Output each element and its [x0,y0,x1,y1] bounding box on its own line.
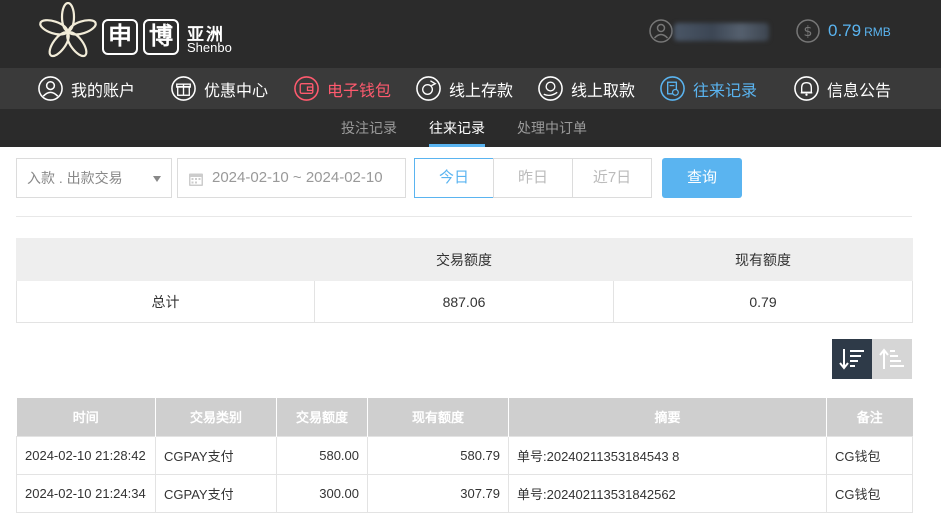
bell-icon [794,76,819,101]
cell-amount: 300.00 [276,473,368,513]
withdraw-icon [538,76,563,101]
nav-label: 优惠中心 [204,82,269,100]
total-transaction-amount: 887.06 [314,280,614,323]
nav-e-wallet[interactable]: 电子钱包 [293,68,391,109]
gift-icon [171,76,196,101]
column-header-category[interactable]: 交易类别 [155,398,277,436]
cell-time: 2024-02-10 21:24:34 [16,473,156,513]
nav-label: 线上存款 [449,82,514,100]
total-label: 总计 [16,280,315,323]
summary-header-cell: 现有额度 [613,238,913,281]
column-header-time[interactable]: 时间 [16,398,156,436]
top-header: 申 博 亚洲 Shenbo $ 0.79 RMB [0,0,941,68]
sort-descending-button[interactable] [832,339,872,379]
query-button[interactable]: 查询 [662,158,742,198]
yesterday-button[interactable]: 昨日 [493,158,573,198]
nav-label: 线上取款 [571,82,636,100]
nav-online-deposit[interactable]: 线上存款 [415,68,513,109]
cell-category: CGPAY支付 [155,435,277,475]
sub-nav: 投注记录 往来记录 处理中订单 [0,109,941,147]
total-current-amount: 0.79 [613,280,913,323]
cell-note: CG钱包 [826,435,913,475]
dollar-coin-icon: $ [796,19,820,43]
summary-table: 交易额度 现有额度 总计 887.06 0.79 [16,238,913,323]
records-icon [660,76,685,101]
table-row: 2024-02-10 21:24:34 CGPAY支付 300.00 307.7… [16,473,913,513]
account-balance: 0.79 RMB [828,21,891,41]
transaction-type-select[interactable]: 入款 . 出款交易 [16,158,172,198]
svg-text:$: $ [804,24,813,40]
date-range-input[interactable]: 2024-02-10 ~ 2024-02-10 [177,158,406,198]
column-header-balance[interactable]: 现有额度 [367,398,509,436]
cell-summary: 单号:20240211353184543 8 [508,435,827,475]
brand-name-en: Shenbo [187,40,232,55]
tab-pending-orders[interactable]: 处理中订单 [517,109,587,147]
records-header-row: 时间 交易类别 交易额度 现有额度 摘要 备注 [16,398,913,436]
brand-char-2: 博 [143,19,179,55]
nav-announcements[interactable]: 信息公告 [793,68,891,109]
sort-ascending-icon [879,348,904,369]
balance-currency: RMB [864,25,891,39]
nav-label: 电子钱包 [327,82,392,100]
calendar-icon [189,173,203,186]
summary-header-row: 交易额度 现有额度 [16,238,913,281]
cell-balance: 580.79 [367,435,509,475]
cell-time: 2024-02-10 21:28:42 [16,435,156,475]
nav-label: 信息公告 [827,82,892,100]
nav-label: 往来记录 [693,82,758,100]
cell-note: CG钱包 [826,473,913,513]
column-header-amount[interactable]: 交易额度 [276,398,368,436]
sort-descending-icon [839,349,864,370]
balance-value: 0.79 [828,21,862,40]
cell-category: CGPAY支付 [155,473,277,513]
records-table: 时间 交易类别 交易额度 现有额度 摘要 备注 2024-02-10 21:28… [16,398,913,513]
nav-my-account[interactable]: 我的账户 [37,68,135,109]
chevron-down-icon [153,176,161,182]
brand-char-1: 申 [102,19,138,55]
user-avatar-icon[interactable] [649,19,673,43]
user-circle-icon [38,76,63,101]
nav-transaction-records[interactable]: 往来记录 [659,68,757,109]
date-range-value: 2024-02-10 ~ 2024-02-10 [212,169,383,186]
flower-logo-icon [39,2,97,58]
select-value: 入款 . 出款交易 [27,170,123,186]
table-row: 2024-02-10 21:28:42 CGPAY支付 580.00 580.7… [16,435,913,475]
main-nav: 我的账户 优惠中心 电子钱包 线上存款 线上取款 往来记录 信息公告 [0,68,941,109]
deposit-icon [416,76,441,101]
summary-header-cell: 交易额度 [314,238,614,281]
summary-total-row: 总计 887.06 0.79 [16,280,913,323]
today-button[interactable]: 今日 [414,158,494,198]
nav-promotions[interactable]: 优惠中心 [170,68,268,109]
sort-ascending-button[interactable] [872,339,912,379]
cell-balance: 307.79 [367,473,509,513]
nav-label: 我的账户 [71,82,136,100]
cell-summary: 单号:202402113531842562 [508,473,827,513]
cell-amount: 580.00 [276,435,368,475]
column-header-note[interactable]: 备注 [826,398,913,436]
tab-transaction-records[interactable]: 往来记录 [429,109,485,147]
nav-online-withdraw[interactable]: 线上取款 [537,68,635,109]
username-redacted [674,23,769,41]
column-header-summary[interactable]: 摘要 [508,398,827,436]
last-7-days-button[interactable]: 近7日 [572,158,652,198]
wallet-icon [294,76,319,101]
tab-bet-records[interactable]: 投注记录 [341,109,397,147]
summary-header-cell [16,238,315,281]
divider [16,216,912,217]
